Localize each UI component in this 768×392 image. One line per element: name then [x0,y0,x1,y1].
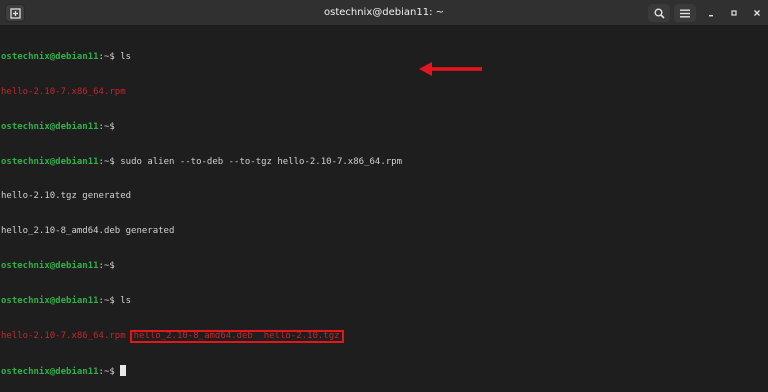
prompt-user: ostechnix@debian11 [1,156,99,167]
prompt-path: :~ [98,295,110,306]
terminal-line: hello_2.10-8_amd64.deb generated [1,226,402,238]
prompt-symbol: $ [109,156,115,167]
terminal-line: ostechnix@debian11:~$ ls [1,52,402,64]
output-text: hello-2.10.tgz generated [1,191,132,202]
command-text: sudo alien --to-deb --to-tgz hello-2.10-… [120,156,402,167]
prompt-symbol: $ [109,260,115,271]
prompt-path: :~ [98,121,110,132]
terminal-line: ostechnix@debian11:~$ sudo alien --to-de… [1,157,402,169]
terminal-line: ostechnix@debian11:~$ [1,365,402,377]
prompt-user: ostechnix@debian11 [1,121,99,132]
prompt-user: ostechnix@debian11 [1,52,99,63]
terminal-line: ostechnix@debian11:~$ [1,261,402,273]
title-bar: ostechnix@debian11: ~ [0,0,768,26]
prompt-user: ostechnix@debian11 [1,295,99,306]
prompt-path: :~ [98,367,110,378]
command-text: ls [120,52,132,63]
prompt-user: ostechnix@debian11 [1,367,99,378]
maximize-button[interactable] [724,4,744,22]
command-text: ls [120,295,132,306]
highlight-box: hello_2.10-8_amd64.deb hello-2.10.tgz [129,330,344,344]
terminal-line: hello-2.10.tgz generated [1,191,402,203]
file-entry-deb: hello_2.10-8_amd64.deb [133,331,253,342]
close-button[interactable] [747,4,767,22]
prompt-path: :~ [98,260,110,271]
file-entry-rpm: hello-2.10-7.x86_64.rpm [1,331,126,342]
terminal-output[interactable]: ostechnix@debian11:~$ ls hello-2.10-7.x8… [1,29,402,388]
terminal-line: ostechnix@debian11:~$ [1,122,402,134]
prompt-symbol: $ [109,367,115,378]
close-icon [754,10,760,16]
prompt-user: ostechnix@debian11 [1,260,99,271]
search-button[interactable] [648,4,670,22]
terminal-line: hello-2.10-7.x86_64.rpm [1,87,402,99]
prompt-symbol: $ [109,52,115,63]
menu-button[interactable] [674,4,696,22]
terminal-line: ostechnix@debian11:~$ ls [1,296,402,308]
terminal-line: hello-2.10-7.x86_64.rpm hello_2.10-8_amd6… [1,330,402,344]
prompt-path: :~ [98,52,110,63]
minimize-icon [709,15,713,17]
minimize-button[interactable] [701,4,721,22]
output-text: hello_2.10-8_amd64.deb generated [1,226,175,237]
hamburger-menu-icon [680,9,690,17]
prompt-path: :~ [98,156,110,167]
search-icon [654,8,665,19]
red-arrow-icon [419,62,482,76]
maximize-icon [731,10,737,16]
file-entry-tgz: hello-2.10.tgz [263,331,340,342]
text-cursor [120,365,127,377]
prompt-symbol: $ [109,121,115,132]
prompt-symbol: $ [109,295,115,306]
file-entry: hello-2.10-7.x86_64.rpm [1,86,126,97]
